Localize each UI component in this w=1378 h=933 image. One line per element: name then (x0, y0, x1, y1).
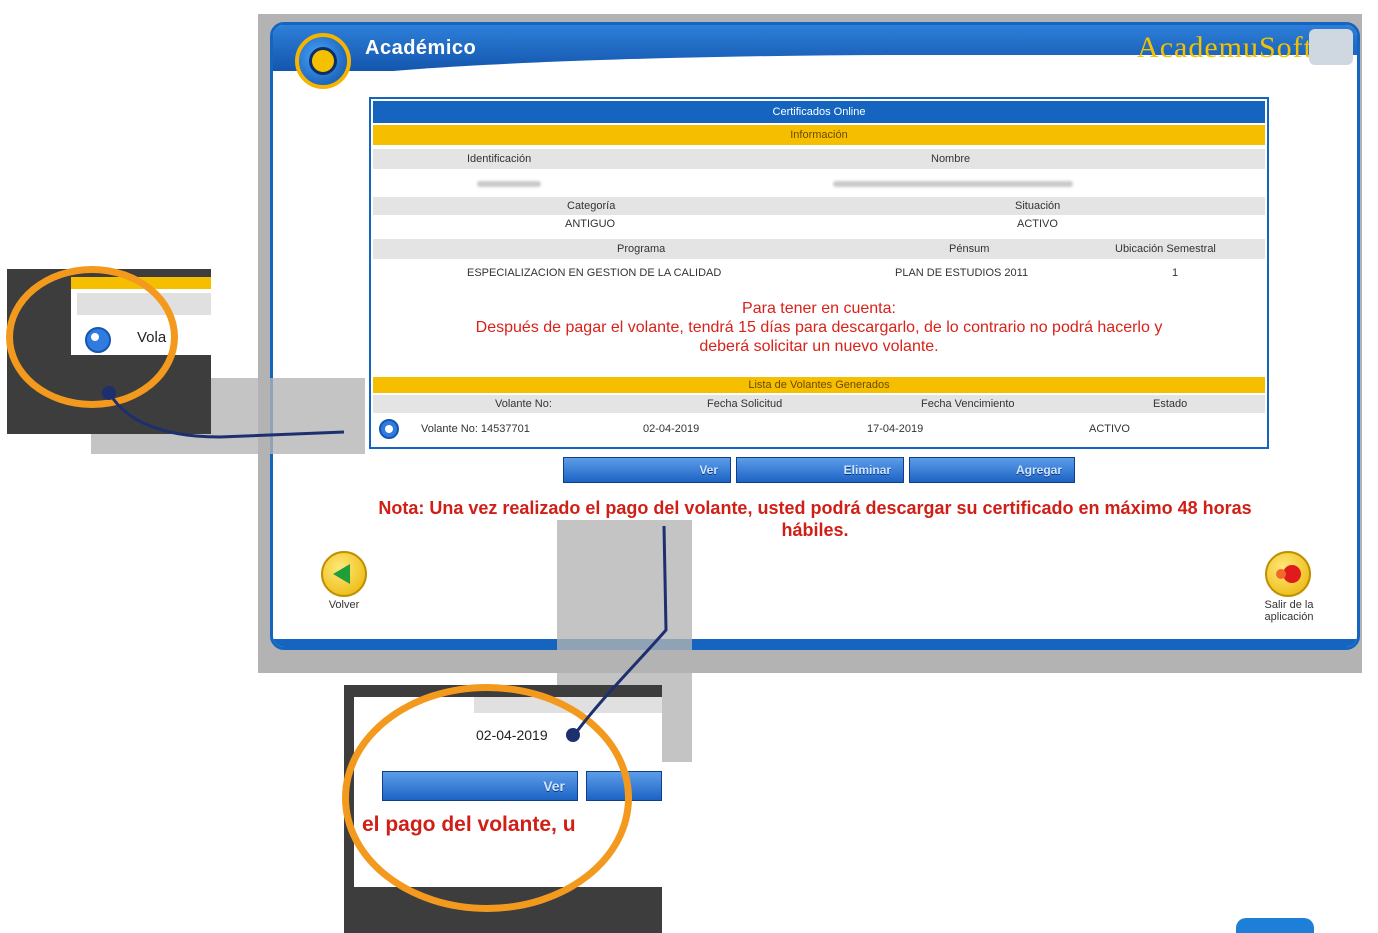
info-section-header: Información (373, 125, 1265, 145)
certificates-title: Certificados Online (373, 101, 1265, 123)
app-window: Académico AcademuSoft Certificados Onlin… (270, 22, 1360, 650)
voucher-radio[interactable] (379, 419, 399, 439)
highlight-ring-bottom (342, 684, 632, 912)
notice-line-1: Después de pagar el volante, tendrá 15 d… (475, 319, 1163, 336)
pensum-value: PLAN DE ESTUDIOS 2011 (895, 267, 1029, 279)
certificates-panel: Certificados Online Información Identifi… (369, 97, 1269, 449)
window-bottom-bar (273, 639, 1357, 647)
corner-badge (1236, 918, 1314, 933)
col-fecha-vencimiento: Fecha Vencimiento (921, 398, 1015, 410)
voucher-fecha-vencimiento: 17-04-2019 (867, 423, 924, 435)
bottom-note-line-1: Nota: Una vez realizado el pago del vola… (378, 498, 1252, 518)
ver-button[interactable]: Ver (563, 457, 731, 483)
exit-label[interactable]: Salir de la aplicación (1249, 599, 1329, 623)
agregar-button[interactable]: Agregar (909, 457, 1075, 483)
situacion-label: Situación (1015, 200, 1061, 212)
ubicacion-label: Ubicación Semestral (1115, 243, 1216, 255)
back-label[interactable]: Volver (319, 599, 369, 611)
nombre-value-redacted (833, 181, 1073, 187)
back-arrow-icon[interactable] (321, 551, 367, 597)
bottom-note: Nota: Una vez realizado el pago del vola… (273, 497, 1357, 541)
graduation-cap-icon (1309, 29, 1353, 65)
col-fecha-solicitud: Fecha Solicitud (707, 398, 783, 410)
vouchers-section-header: Lista de Volantes Generados (373, 377, 1265, 393)
identificacion-label: Identificación (467, 153, 532, 165)
app-title: Académico (365, 37, 477, 59)
col-volante: Volante No: (495, 398, 552, 410)
exit-label-line-2: aplicación (1264, 611, 1314, 623)
brand-logo: AcademuSoft (1137, 31, 1313, 64)
voucher-number: Volante No: 14537701 (421, 423, 530, 435)
exit-label-line-1: Salir de la (1264, 599, 1314, 611)
voucher-estado: ACTIVO (1089, 423, 1130, 435)
nombre-label: Nombre (931, 153, 971, 165)
voucher-fecha-solicitud: 02-04-2019 (643, 423, 700, 435)
ubicacion-value: 1 (1172, 267, 1179, 279)
programa-label: Programa (617, 243, 666, 255)
notice-title: Para tener en cuenta: (742, 300, 896, 317)
highlight-ring-left (6, 266, 178, 408)
programa-value: ESPECIALIZACION EN GESTION DE LA CALIDAD (467, 267, 722, 279)
exit-icon[interactable] (1265, 551, 1311, 597)
connector-dot-left (102, 386, 116, 400)
categoria-value: ANTIGUO (565, 218, 616, 230)
identificacion-value-redacted (477, 181, 541, 187)
categoria-header-row (373, 197, 1265, 215)
situacion-value: ACTIVO (1017, 218, 1058, 230)
categoria-label: Categoría (567, 200, 616, 212)
academico-logo-icon (295, 33, 351, 89)
notice-line-2: deberá solicitar un nuevo volante. (699, 338, 939, 355)
connector-dot-bottom (566, 728, 580, 742)
pensum-label: Pénsum (949, 243, 990, 255)
col-estado: Estado (1153, 398, 1188, 410)
eliminar-button[interactable]: Eliminar (736, 457, 904, 483)
bottom-note-line-2: hábiles. (781, 520, 849, 540)
